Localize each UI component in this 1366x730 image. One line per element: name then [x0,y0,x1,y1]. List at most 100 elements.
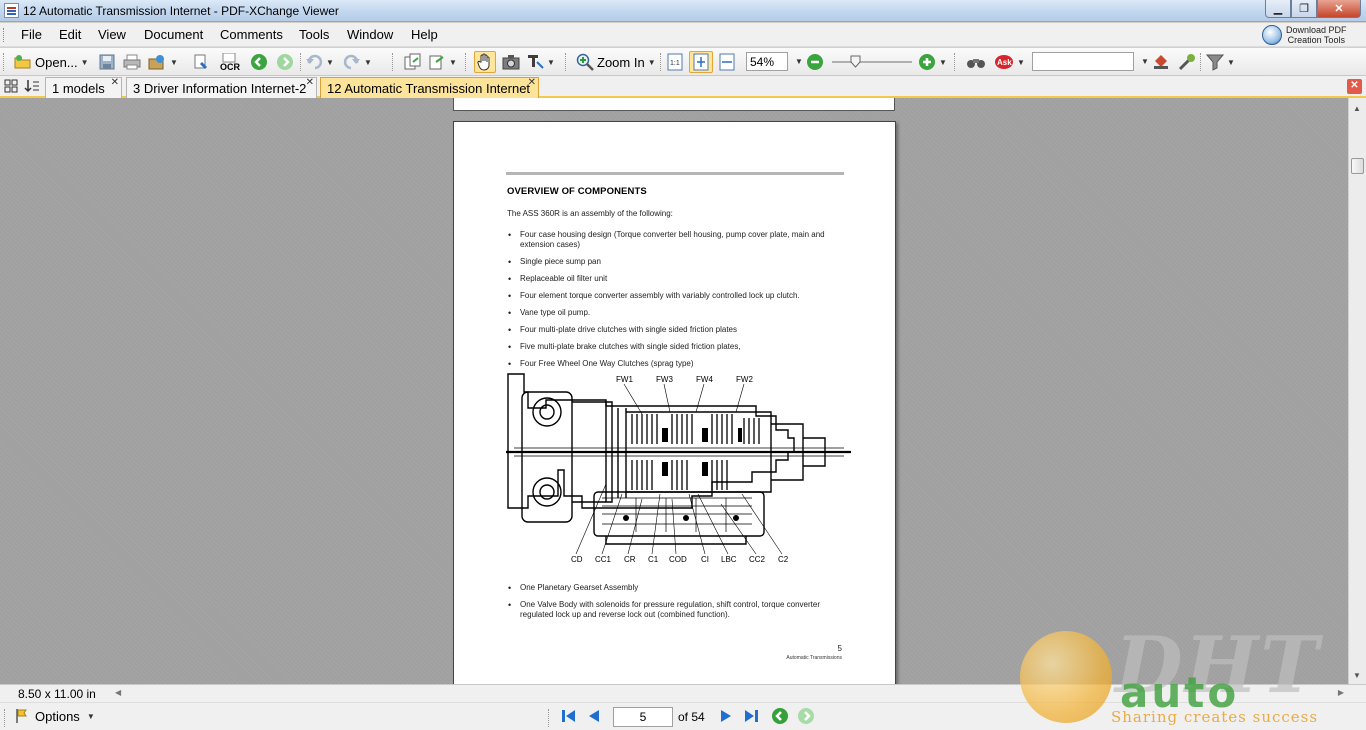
tab-automatic-transmission[interactable]: 12 Automatic Transmission Internet ✕ [320,77,539,98]
page-heading: OVERVIEW OF COMPONENTS [507,186,647,197]
menu-tools[interactable]: Tools [299,27,329,42]
window-title: 12 Automatic Transmission Internet - PDF… [23,4,339,18]
find-button[interactable] [964,51,988,73]
menu-edit[interactable]: Edit [59,27,81,42]
save-button[interactable] [96,51,118,73]
minimize-button[interactable]: ▁ [1265,0,1291,18]
zoom-tool-dropdown-icon[interactable]: ▼ [648,58,656,67]
search-dropdown-icon[interactable]: ▼ [1141,57,1149,66]
redo-dropdown-icon[interactable]: ▼ [364,58,372,67]
pdf-page[interactable]: OVERVIEW OF COMPONENTS The ASS 360R is a… [453,121,896,684]
options-label: Options [35,708,80,724]
search-input[interactable] [1032,52,1134,71]
previous-view-button[interactable] [771,707,789,725]
back-button[interactable] [248,51,270,73]
zoom-slider-track[interactable] [832,61,912,63]
document-tab-bar: 1 models ✕ 3 Driver Information Internet… [0,76,1366,98]
undo-icon [306,54,323,70]
ask-button[interactable]: Ask ▼ [994,51,1025,73]
toolbar-customize-button[interactable]: ▼ [1206,51,1235,73]
back-circle-icon [772,708,788,724]
print-button[interactable] [121,51,143,73]
zoom-out-button[interactable] [804,51,826,73]
customize-dropdown-icon[interactable]: ▼ [1227,58,1235,67]
bullet-item: Single piece sump pan [507,257,847,267]
undo-button[interactable]: ▼ [305,51,334,73]
scroll-right-icon[interactable]: ▶ [1338,688,1344,697]
sort-tabs-button[interactable] [22,77,42,95]
menu-help[interactable]: Help [411,27,438,42]
last-page-button[interactable] [743,707,761,725]
next-view-button[interactable] [797,707,815,725]
ask-dropdown-icon[interactable]: ▼ [1017,58,1025,67]
menu-window[interactable]: Window [347,27,393,42]
copy-pages-button[interactable] [402,51,424,73]
export-dropdown-icon[interactable]: ▼ [170,58,178,67]
maximize-button[interactable]: ❐ [1291,0,1317,18]
tab-driver-information[interactable]: 3 Driver Information Internet-2 ✕ [126,77,317,98]
app-icon[interactable] [4,3,19,18]
menu-view[interactable]: View [98,27,126,42]
options-dropdown-icon[interactable]: ▼ [87,712,95,721]
hand-tool-button[interactable] [474,51,496,73]
scroll-left-icon[interactable]: ◀ [115,688,121,697]
tools-settings-button[interactable] [1176,51,1198,73]
open-dropdown-icon[interactable]: ▼ [81,58,89,67]
scrollbar-thumb[interactable] [1351,158,1364,174]
fit-page-button[interactable] [689,51,713,73]
toolbar-grip[interactable] [3,53,6,71]
menu-comments[interactable]: Comments [220,27,283,42]
forward-button[interactable] [274,51,296,73]
minus-circle-icon [807,54,823,70]
zoom-in-tool-button[interactable]: Zoom In ▼ [576,51,656,73]
label-fw2: FW2 [736,375,753,384]
label-cc2: CC2 [749,555,766,564]
comments-tool-button[interactable] [1150,51,1172,73]
select-text-button[interactable]: ▼ [526,51,555,73]
download-pdf-tools-button[interactable]: Download PDF Creation Tools [1262,23,1362,47]
total-pages-label: of 54 [678,710,705,724]
ocr-button[interactable]: OCR [218,51,242,73]
export-button[interactable]: ▼ [147,51,178,73]
fit-width-button[interactable] [716,51,738,73]
snapshot-button[interactable] [500,51,522,73]
window-controls: ▁ ❐ ✕ [1265,0,1361,18]
menu-file[interactable]: File [21,27,42,42]
ask-logo-icon: Ask [995,55,1013,69]
select-dropdown-icon[interactable]: ▼ [547,58,555,67]
document-view[interactable]: OVERVIEW OF COMPONENTS The ASS 360R is a… [0,98,1348,684]
options-button[interactable]: Options ▼ [14,708,95,724]
zoom-dropdown-icon[interactable]: ▼ [795,57,803,66]
vertical-scrollbar[interactable]: ▲ ▼ [1348,98,1366,684]
rotate-pages-button[interactable]: ▼ [428,51,457,73]
undo-dropdown-icon[interactable]: ▼ [326,58,334,67]
scroll-up-icon[interactable]: ▲ [1353,104,1361,113]
tab-1-models[interactable]: 1 models ✕ [45,77,122,98]
next-page-button[interactable] [717,707,735,725]
zoom-slider-thumb[interactable] [850,55,861,68]
close-button[interactable]: ✕ [1317,0,1361,18]
tab-label: 1 models [52,81,105,96]
page-number-input[interactable]: 5 [613,707,673,727]
tab-close-icon[interactable]: ✕ [306,77,314,88]
menu-grip[interactable] [3,28,6,42]
open-button[interactable]: Open... ▼ [14,51,89,73]
zoom-plus-dropdown-icon[interactable]: ▼ [939,58,947,67]
zoom-level-input[interactable]: 54% [746,52,788,71]
tab-close-icon[interactable]: ✕ [528,77,536,88]
zoom-plus-button[interactable]: ▼ [918,51,947,73]
tab-close-icon[interactable]: ✕ [111,77,119,88]
menu-document[interactable]: Document [144,27,203,42]
save-icon [99,54,115,70]
previous-page-button[interactable] [585,707,603,725]
plus-circle-icon [919,54,935,70]
first-page-button[interactable] [559,707,577,725]
actual-size-button[interactable]: 1:1 [664,51,686,73]
thumbnails-toggle-button[interactable] [2,77,20,95]
scan-button[interactable] [190,51,212,73]
rotate-dropdown-icon[interactable]: ▼ [449,58,457,67]
redo-button[interactable]: ▼ [343,51,372,73]
ocr-icon: OCR [220,53,241,71]
close-document-button[interactable]: ✕ [1347,79,1362,94]
scroll-down-icon[interactable]: ▼ [1353,671,1361,680]
